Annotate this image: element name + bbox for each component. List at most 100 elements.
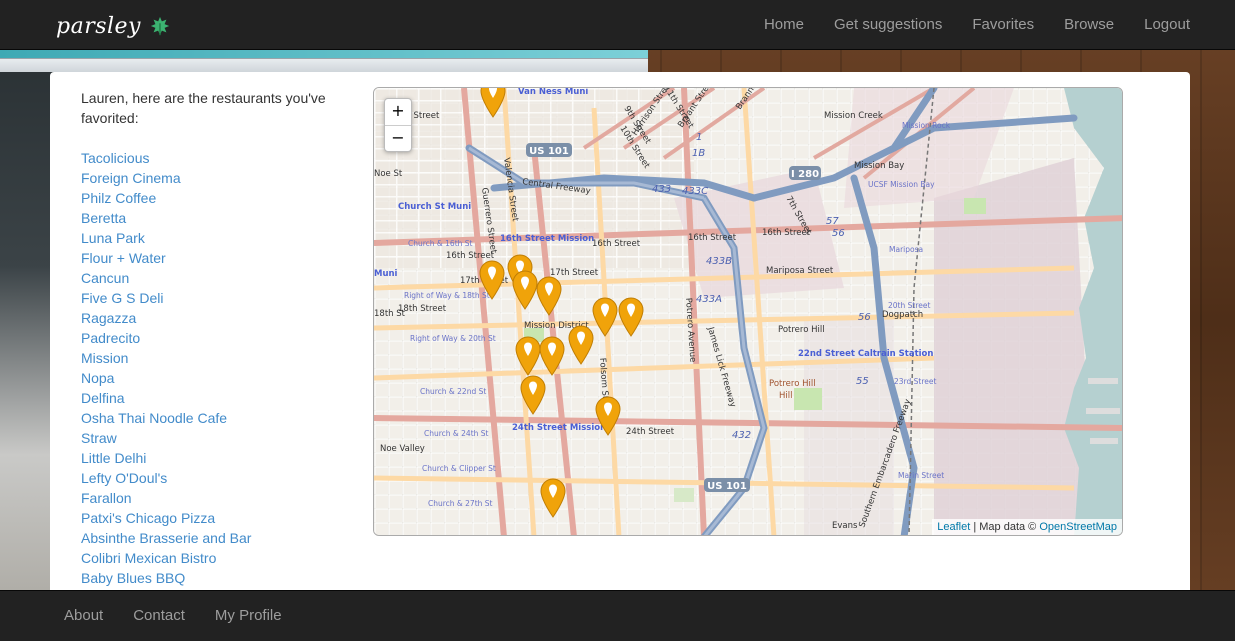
map-label: Potrero Hill [778,325,825,335]
restaurant-marker[interactable] [535,276,563,316]
restaurant-link[interactable]: Straw [81,430,117,446]
map-label: 433B [706,256,732,267]
map-label: Right of Way & 18th St [404,291,490,300]
list-item: Nopa [81,368,251,388]
map-label: I 280 [791,169,819,180]
leaflet-link[interactable]: Leaflet [937,521,970,533]
brand-logo[interactable]: parsley [56,12,171,40]
restaurant-link[interactable]: Five G S Deli [81,290,163,306]
restaurant-link[interactable]: Baby Blues BBQ [81,570,185,586]
footer-contact[interactable]: Contact [118,591,200,641]
leaf-icon [150,16,170,36]
list-item: Luna Park [81,228,251,248]
map-label: Dogpatch [882,310,923,320]
map-label: Van Ness Muni [518,88,588,97]
nav-get-suggestions[interactable]: Get suggestions [819,0,957,50]
list-item: Colibri Mexican Bistro [81,548,251,568]
map-label: 433A [696,294,722,305]
restaurant-link[interactable]: Philz Coffee [81,190,156,206]
map-label: 18th St [374,309,406,319]
map-label: Mariposa Street [766,266,834,276]
map-label: Church & 16th St [408,239,473,248]
restaurant-marker[interactable] [479,87,507,118]
map-label: 56 [858,312,871,323]
restaurant-marker[interactable] [519,375,547,415]
restaurant-link[interactable]: Absinthe Brasserie and Bar [81,530,251,546]
map-label: 55 [856,376,869,387]
list-item: Foreign Cinema [81,168,251,188]
restaurant-link[interactable]: Osha Thai Noodle Cafe [81,410,227,426]
list-item: Tacolicious [81,148,251,168]
restaurant-link[interactable]: Lefty O'Doul's [81,470,167,486]
map-label: Church St Muni [398,202,471,212]
list-item: Philz Coffee [81,188,251,208]
restaurant-marker[interactable] [594,396,622,436]
background-laptop-screen-edge [0,50,648,58]
restaurant-link[interactable]: Nopa [81,370,114,386]
footer: About Contact My Profile [0,590,1235,641]
list-item: Beretta [81,208,251,228]
list-item: Cancun [81,268,251,288]
restaurant-link[interactable]: Colibri Mexican Bistro [81,550,216,566]
map-label: Right of Way & 20th St [410,334,496,343]
map-label: Church & 22nd St [420,387,486,396]
map-label: Mission Creek [824,111,883,121]
map-label: 433C [682,186,708,197]
list-item: Delfina [81,388,251,408]
favorites-list: Tacolicious Foreign Cinema Philz Coffee … [81,148,251,588]
map-label: 16th Street [688,233,737,243]
restaurant-marker[interactable] [591,297,619,337]
restaurant-marker[interactable] [538,336,566,376]
restaurant-marker[interactable] [478,260,506,300]
restaurant-link[interactable]: Tacolicious [81,150,149,166]
content-panel: Lauren, here are the restaurants you've … [50,72,1190,590]
osm-link[interactable]: OpenStreetMap [1039,521,1117,533]
restaurant-link[interactable]: Foreign Cinema [81,170,181,186]
favorites-map[interactable]: US 101 US 101 I 280 Van Ness Muni Centra… [373,87,1123,536]
map-label: US 101 [707,481,747,492]
list-item: Straw [81,428,251,448]
footer-about[interactable]: About [49,591,118,641]
restaurant-link[interactable]: Delfina [81,390,125,406]
map-label: Evans [832,521,858,531]
restaurant-marker[interactable] [617,297,645,337]
restaurant-link[interactable]: Farallon [81,490,132,506]
footer-my-profile[interactable]: My Profile [200,591,297,641]
map-label: 16th Street Mission [500,234,594,244]
nav-browse[interactable]: Browse [1049,0,1129,50]
restaurant-marker[interactable] [539,478,567,518]
nav-favorites[interactable]: Favorites [957,0,1049,50]
list-item: Ragazza [81,308,251,328]
zoom-out-button[interactable]: − [385,125,411,151]
map-label: Mission Rock [902,121,951,130]
map-label: Hill [779,391,792,401]
list-item: Osha Thai Noodle Cafe [81,408,251,428]
restaurant-link[interactable]: Little Delhi [81,450,146,466]
restaurant-link[interactable]: Ragazza [81,310,136,326]
restaurant-link[interactable]: Padrecito [81,330,140,346]
map-label: 24th Street Mission [512,423,606,433]
restaurant-marker[interactable] [567,325,595,365]
restaurant-link[interactable]: Luna Park [81,230,145,246]
restaurant-link[interactable]: Mission [81,350,128,366]
favorites-intro: Lauren, here are the restaurants you've … [81,90,326,126]
map-label: Muni [374,269,398,279]
map-label: Marin Street [898,471,944,480]
restaurant-link[interactable]: Patxi's Chicago Pizza [81,510,215,526]
list-item: Farallon [81,488,251,508]
map-label: Mission Bay [854,161,904,171]
restaurant-link[interactable]: Beretta [81,210,126,226]
background-laptop-menubar [0,58,648,72]
nav-links: Home Get suggestions Favorites Browse Lo… [749,0,1205,50]
zoom-in-button[interactable]: + [385,99,411,125]
list-item: Patxi's Chicago Pizza [81,508,251,528]
restaurant-link[interactable]: Cancun [81,270,129,286]
list-item: Padrecito [81,328,251,348]
map-label: Church & Clipper St [422,464,496,473]
map-label: US 101 [529,146,569,157]
map-label: 1B [692,148,705,159]
nav-home[interactable]: Home [749,0,819,50]
nav-logout[interactable]: Logout [1129,0,1205,50]
map-label: 433 [652,184,671,195]
restaurant-link[interactable]: Flour + Water [81,250,166,266]
